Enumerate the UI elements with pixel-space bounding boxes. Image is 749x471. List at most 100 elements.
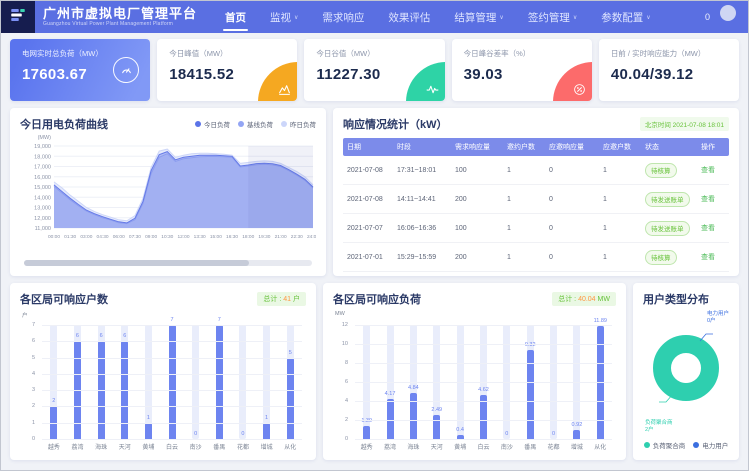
y-tick-label: 6 [345, 379, 348, 385]
y-tick-label: 3 [32, 387, 35, 393]
panel-title: 响应情况统计（kW） [343, 116, 448, 132]
response-table: 日期时段需求响应量邀约户数应邀响应量应邀户数状态操作 2021-07-0817:… [343, 138, 729, 272]
view-action-link[interactable]: 查看 [701, 254, 715, 261]
svg-text:12,000: 12,000 [34, 216, 51, 222]
bar-value-label: 1 [137, 415, 161, 421]
app-subtitle: Guangzhou Virtual Power Plant Management… [43, 21, 197, 27]
donut-callout-aggregator: 负荷聚合商 2户 [645, 420, 673, 434]
kpi-label: 今日峰谷差率（%） [464, 48, 580, 59]
table-cell: 100 [451, 214, 503, 243]
gridline [355, 325, 612, 326]
legend-item[interactable]: 昨日负荷 [281, 119, 316, 129]
nav-item-5[interactable]: 结算管理∨ [442, 1, 515, 33]
svg-text:11,000: 11,000 [35, 226, 51, 232]
svg-text:13:30: 13:30 [194, 234, 206, 240]
gauge-icon [113, 57, 139, 83]
district-households-panel: 各区局可响应户数 总计 : 41 户 户 76543210 2越秀6荔湾6海珠6… [10, 283, 316, 460]
bar-category-label: 海珠 [89, 442, 113, 451]
table-cell: 0 [545, 243, 599, 272]
view-action-link[interactable]: 查看 [701, 196, 715, 203]
bar-category-label: 黄埔 [448, 442, 471, 451]
nav-item-6[interactable]: 签约管理∨ [516, 1, 589, 33]
nav-item-2[interactable]: 监视∨ [258, 1, 310, 33]
callout-value: 0户 [707, 318, 729, 325]
gridline [42, 374, 302, 375]
bar-category-label: 增城 [565, 442, 588, 451]
total-number: 40.04 [578, 296, 596, 303]
table-row: 2021-07-0817:31~18:01100101待核算查看 [343, 156, 729, 185]
legend-item[interactable]: 今日负荷 [195, 119, 230, 129]
load-legend: 今日负荷基线负荷昨日负荷 [195, 119, 316, 129]
app-window: 广州市虚拟电厂管理平台 Guangzhou Virtual Power Plan… [0, 0, 749, 471]
nav-item-label: 效果评估 [388, 10, 430, 25]
table-cell: 1 [503, 214, 545, 243]
column-header: 应邀响应量 [545, 138, 599, 156]
notification-count[interactable]: 0 [705, 12, 710, 22]
table-cell: 1 [599, 243, 641, 272]
table-cell: 1 [503, 243, 545, 272]
bar [573, 430, 580, 439]
bar-value-label: 0.4 [448, 427, 471, 433]
gridline [355, 382, 612, 383]
bar-category-label: 番禺 [207, 442, 231, 451]
table-cell: 14:11~14:41 [393, 185, 451, 214]
y-tick-label: 2 [32, 403, 35, 409]
action-cell: 查看 [697, 214, 729, 243]
bar [433, 415, 440, 439]
table-cell: 15:29~15:59 [393, 243, 451, 272]
bar-category-label: 海珠 [402, 442, 425, 451]
user-type-donut-chart: 电力用户 0户 负荷聚合商 2户 [643, 307, 729, 440]
total-prefix: 总计 : [558, 296, 576, 303]
bar [263, 423, 270, 439]
bar-value-label: 0 [231, 431, 255, 437]
status-badge: 待发送账单 [645, 221, 690, 236]
callout-label: 负荷聚合商 [645, 420, 673, 427]
legend-dot [693, 442, 699, 448]
bar-category-label: 花都 [231, 442, 255, 451]
status-badge: 待发送账单 [645, 192, 690, 207]
svg-text:04:30: 04:30 [97, 234, 109, 240]
bar [145, 423, 152, 439]
y-tick-label: 8 [345, 360, 348, 366]
legend-item[interactable]: 电力用户 [693, 440, 728, 450]
view-action-link[interactable]: 查看 [701, 167, 715, 174]
bar-category-label: 增城 [255, 442, 279, 451]
table-row: 2021-07-0115:29~15:59200101待核算查看 [343, 243, 729, 272]
bar-category-label: 白云 [472, 442, 495, 451]
legend-item[interactable]: 基线负荷 [238, 119, 273, 129]
callout-value: 2户 [645, 427, 673, 434]
svg-text:19:30: 19:30 [258, 234, 270, 240]
table-row: 2021-07-0814:11~14:41200101待发送账单查看 [343, 185, 729, 214]
column-header: 状态 [641, 138, 697, 156]
view-action-link[interactable]: 查看 [701, 225, 715, 232]
bar [287, 358, 294, 439]
nav-item-4[interactable]: 效果评估 [376, 1, 442, 33]
table-cell: 1 [599, 156, 641, 185]
beijing-time-badge: 北京时间 2021-07-08 18:01 [640, 117, 729, 131]
svg-text:24:00: 24:00 [307, 234, 316, 240]
nav-item-3[interactable]: 需求响应 [310, 1, 376, 33]
kpi-card-2: 今日峰值（MW）18415.52 [157, 39, 297, 101]
bar-value-label: 0 [542, 431, 565, 437]
brand: 广州市虚拟电厂管理平台 Guangzhou Virtual Power Plan… [43, 1, 197, 33]
svg-text:03:00: 03:00 [80, 234, 92, 240]
legend-item[interactable]: 负荷聚合商 [644, 440, 686, 450]
table-cell: 100 [451, 156, 503, 185]
status-cell: 待发送账单 [641, 185, 697, 214]
y-tick-label: 10 [342, 341, 348, 347]
table-cell: 2021-07-01 [343, 243, 393, 272]
svg-text:16:30: 16:30 [226, 234, 238, 240]
column-header: 时段 [393, 138, 451, 156]
bar [410, 393, 417, 439]
donut-slice-aggregator [662, 344, 710, 392]
gridline [355, 439, 612, 440]
bar-value-label: 2.49 [425, 407, 448, 413]
chart-scrollbar-thumb[interactable] [24, 260, 249, 266]
nav-item-1[interactable]: 首页 [213, 1, 258, 33]
avatar[interactable] [720, 5, 736, 21]
nav-item-7[interactable]: 参数配置∨ [589, 1, 662, 33]
bar-value-label: 11.89 [589, 318, 612, 324]
donut-callout-power-user: 电力用户 0户 [707, 311, 729, 325]
gridline [355, 363, 612, 364]
district-households-chart: 户 76543210 2越秀6荔湾6海珠6天河1黄埔7白云0南沙7番禺0花都1增… [20, 321, 306, 453]
